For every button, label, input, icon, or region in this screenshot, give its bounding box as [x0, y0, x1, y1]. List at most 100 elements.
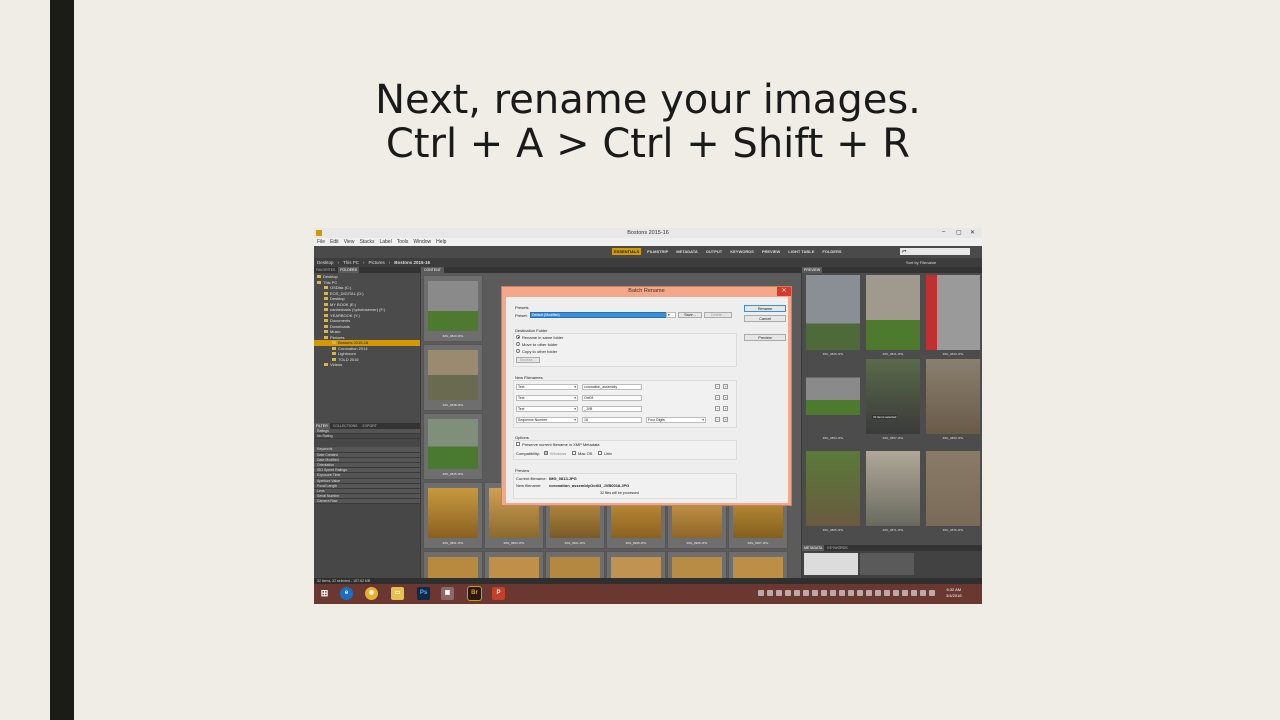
- maximize-icon[interactable]: ▢: [956, 229, 962, 236]
- save-preset-button[interactable]: Save...: [678, 312, 702, 318]
- tab-content[interactable]: CONTENT: [421, 267, 444, 273]
- path-pictures[interactable]: Pictures: [369, 260, 385, 265]
- preview-thumbnail[interactable]: IMG_0826.JPG: [806, 275, 860, 357]
- name-part-type-dropdown[interactable]: Sequence Number ▾: [516, 417, 578, 423]
- thumbnail[interactable]: [606, 551, 666, 578]
- name-part-type-dropdown[interactable]: Text ▾: [516, 406, 578, 412]
- file-explorer-icon[interactable]: ▭: [391, 587, 404, 600]
- tab-favorites[interactable]: FAVORITES: [314, 267, 337, 273]
- tray-icon[interactable]: [803, 590, 809, 596]
- plus-icon[interactable]: +: [723, 384, 728, 389]
- tray-icon[interactable]: [776, 590, 782, 596]
- preview-thumbnail[interactable]: IMG_0841.JPG: [866, 275, 920, 357]
- workspace-filmstrip[interactable]: FILMSTRIP: [645, 248, 670, 255]
- tray-icon[interactable]: [857, 590, 863, 596]
- rename-button[interactable]: Rename: [744, 305, 786, 312]
- thumbnail[interactable]: IMG_0838.JPG: [423, 344, 483, 411]
- thumbnail[interactable]: IMG_0813.JPG: [423, 275, 483, 342]
- tray-icon[interactable]: [929, 590, 935, 596]
- tray-icon[interactable]: [812, 590, 818, 596]
- taskbar-clock[interactable]: 6:32 AM 3/4/2016: [946, 587, 962, 599]
- name-part-text-input[interactable]: Oct03: [582, 395, 642, 401]
- browse-button[interactable]: Browse...: [516, 357, 540, 363]
- plus-icon[interactable]: +: [723, 417, 728, 422]
- workspace-output[interactable]: OUTPUT: [704, 248, 724, 255]
- digits-dropdown[interactable]: Four Digits ▾: [646, 417, 706, 423]
- app-icon[interactable]: ▣: [441, 587, 454, 600]
- name-part-type-dropdown[interactable]: Text ▾: [516, 395, 578, 401]
- tray-icon[interactable]: [785, 590, 791, 596]
- tray-icon[interactable]: [875, 590, 881, 596]
- thumbnail[interactable]: [484, 551, 544, 578]
- preview-thumbnail[interactable]: IMG_0843.JPG: [926, 275, 980, 357]
- delete-preset-button[interactable]: Delete...: [704, 312, 732, 318]
- preview-thumbnail[interactable]: IMG_0871.JPG: [866, 451, 920, 533]
- tray-icon[interactable]: [893, 590, 899, 596]
- cancel-button[interactable]: Cancel: [744, 315, 786, 322]
- preserve-filename-checkbox[interactable]: [516, 442, 520, 446]
- tab-preview[interactable]: PREVIEW: [802, 267, 823, 273]
- thumbnail[interactable]: [545, 551, 605, 578]
- internet-explorer-icon[interactable]: e: [340, 587, 353, 600]
- windows-start-icon[interactable]: ⊞: [318, 587, 331, 600]
- preset-dropdown[interactable]: Default (Modified): [530, 312, 675, 318]
- menu-view[interactable]: View: [344, 239, 355, 245]
- macos-checkbox[interactable]: [572, 451, 576, 455]
- workspace-metadata[interactable]: METADATA: [674, 248, 700, 255]
- workspace-keywords[interactable]: KEYWORDS: [728, 248, 756, 255]
- tray-icon[interactable]: [839, 590, 845, 596]
- tray-icon[interactable]: [911, 590, 917, 596]
- thumbnail[interactable]: IMG_0861.JPG: [423, 482, 483, 549]
- minimize-icon[interactable]: –: [942, 229, 945, 235]
- preview-thumbnail[interactable]: 32 items selected IMG_0857.JPG: [866, 359, 920, 441]
- copy-folder-radio[interactable]: [516, 349, 520, 353]
- path-desktop[interactable]: Desktop: [317, 260, 334, 265]
- menu-help[interactable]: Help: [436, 239, 446, 245]
- menu-stacks[interactable]: Stacks: [359, 239, 374, 245]
- unix-checkbox[interactable]: [598, 451, 602, 455]
- tray-icon[interactable]: [920, 590, 926, 596]
- preview-thumbnail[interactable]: IMG_0860.JPG: [926, 359, 980, 441]
- tab-folders[interactable]: FOLDERS: [338, 267, 359, 273]
- tray-icon[interactable]: [767, 590, 773, 596]
- menu-file[interactable]: File: [317, 239, 325, 245]
- tab-collections[interactable]: COLLECTIONS: [331, 423, 360, 429]
- minus-icon[interactable]: −: [715, 406, 720, 411]
- name-part-text-input[interactable]: _JVB: [582, 406, 642, 412]
- tray-icon[interactable]: [821, 590, 827, 596]
- tray-icon[interactable]: [848, 590, 854, 596]
- folder-item[interactable]: Videos: [314, 362, 420, 368]
- preview-button[interactable]: Preview: [744, 334, 786, 341]
- name-part-type-dropdown[interactable]: Text ▾: [516, 384, 578, 390]
- tray-icon[interactable]: [830, 590, 836, 596]
- name-part-text-input[interactable]: coronation_assembly: [582, 384, 642, 390]
- tab-metadata[interactable]: METADATA: [802, 545, 825, 551]
- path-this-pc[interactable]: This PC: [343, 260, 359, 265]
- minus-icon[interactable]: −: [715, 395, 720, 400]
- thumbnail[interactable]: [728, 551, 788, 578]
- tray-icon[interactable]: [866, 590, 872, 596]
- tray-icon[interactable]: [758, 590, 764, 596]
- path-current-folder[interactable]: Bostons 2015-16: [394, 260, 430, 265]
- search-input[interactable]: ρ▾: [900, 248, 970, 255]
- thumbnail[interactable]: IMG_0845.JPG: [423, 413, 483, 480]
- windows-checkbox[interactable]: ✓: [544, 451, 548, 455]
- tab-export[interactable]: EXPORT: [361, 423, 379, 429]
- thumbnail[interactable]: [667, 551, 727, 578]
- plus-icon[interactable]: +: [723, 395, 728, 400]
- sort-dropdown[interactable]: Sort by Filename: [906, 260, 936, 265]
- bridge-taskbar-icon[interactable]: Br: [467, 586, 482, 601]
- menu-window[interactable]: Window: [413, 239, 431, 245]
- minus-icon[interactable]: −: [715, 384, 720, 389]
- plus-icon[interactable]: +: [723, 406, 728, 411]
- workspace-light-table[interactable]: LIGHT TABLE: [786, 248, 816, 255]
- filter-camera-raw[interactable]: Camera Raw: [314, 499, 420, 505]
- move-folder-radio[interactable]: [516, 342, 520, 346]
- workspace-preview[interactable]: PREVIEW: [760, 248, 782, 255]
- powerpoint-icon[interactable]: P: [492, 587, 505, 600]
- sequence-start-input[interactable]: 18: [582, 417, 642, 423]
- dialog-close-icon[interactable]: ✕: [777, 287, 791, 296]
- minus-icon[interactable]: −: [715, 417, 720, 422]
- chevron-down-icon[interactable]: ▾: [666, 312, 676, 318]
- workspace-folders[interactable]: FOLDERS: [820, 248, 843, 255]
